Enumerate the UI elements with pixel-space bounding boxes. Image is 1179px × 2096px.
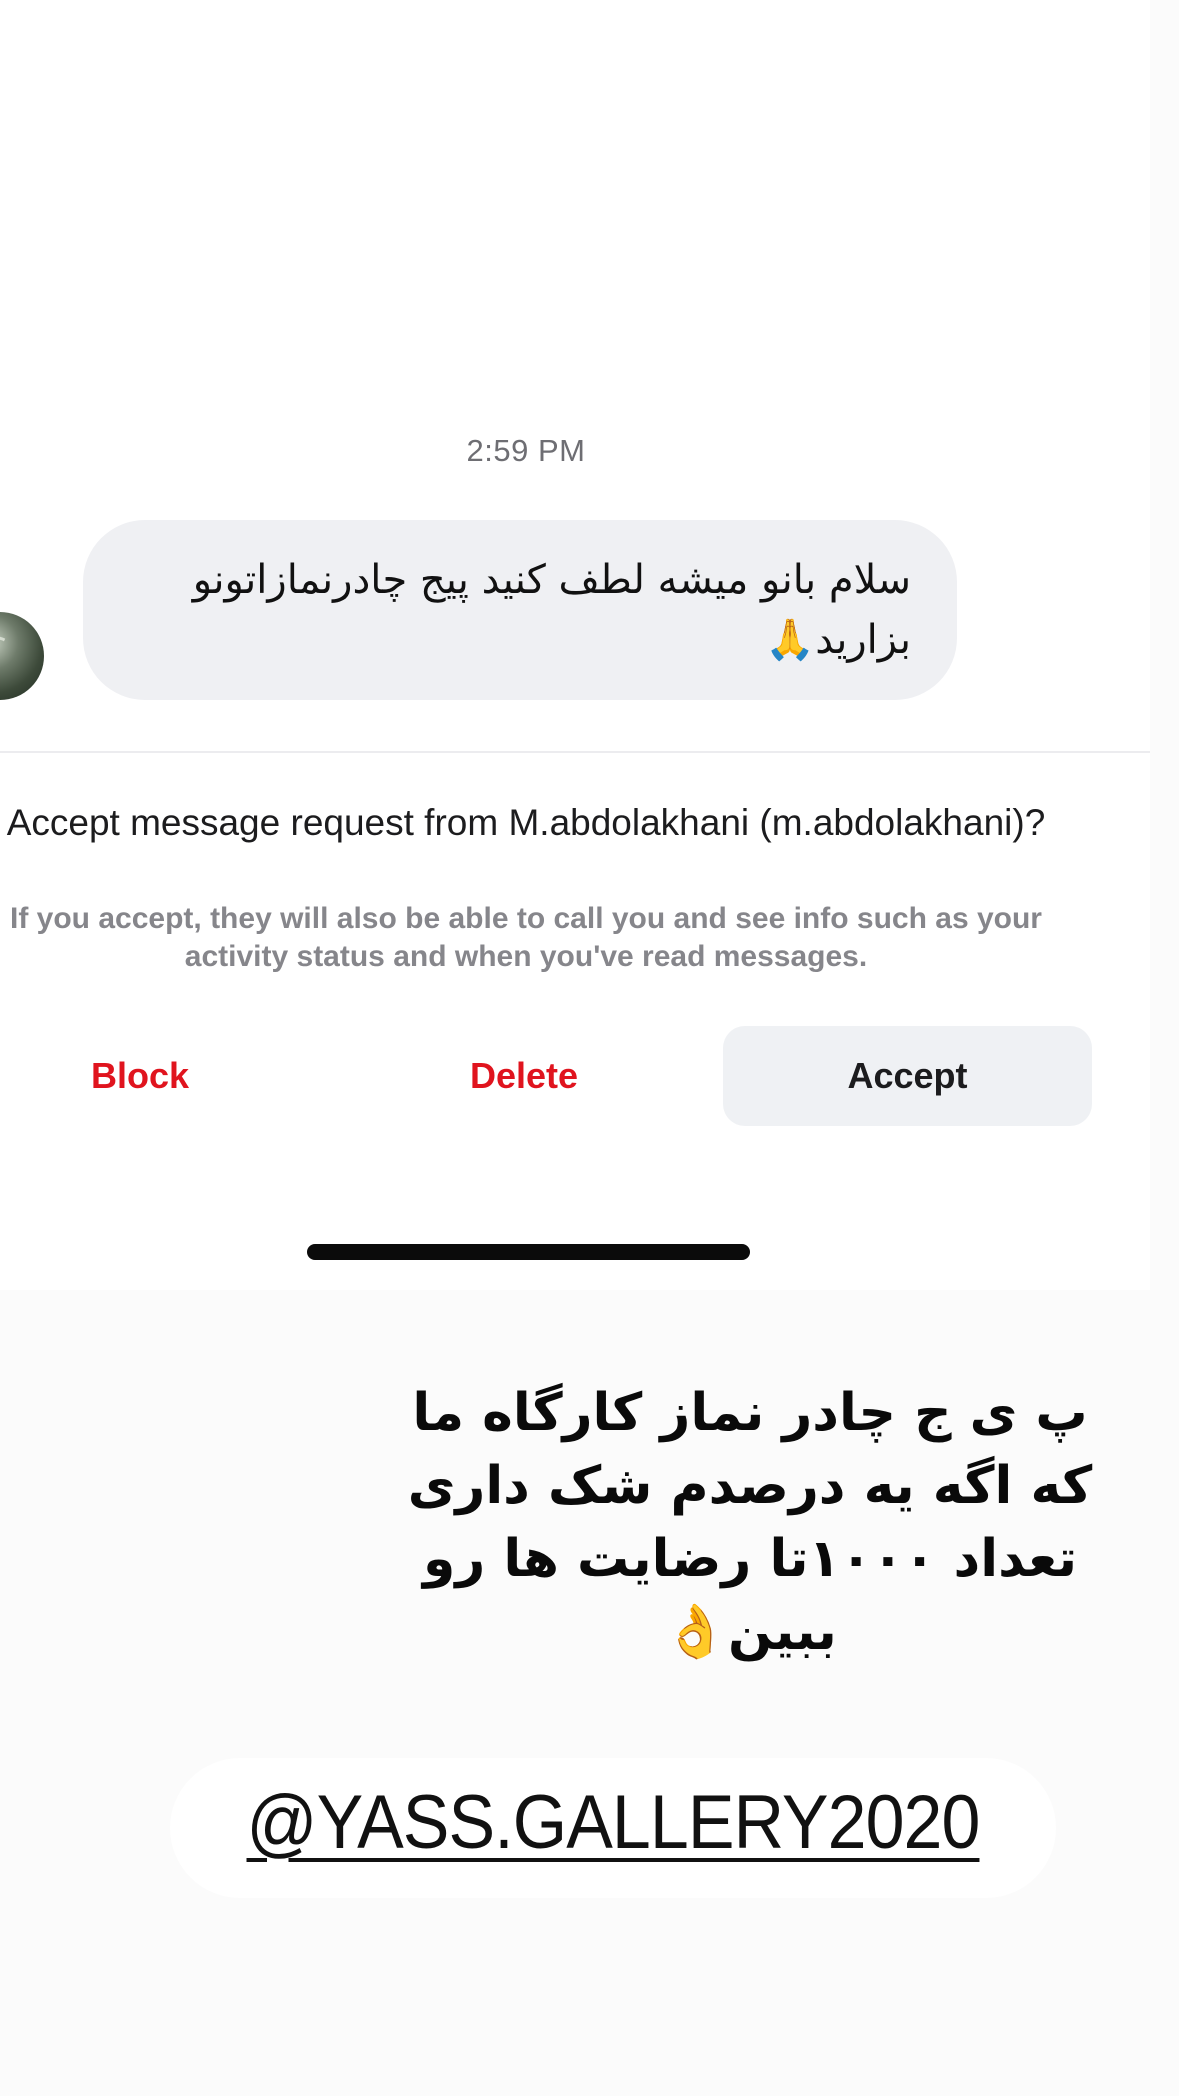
request-info: If you accept, they will also be able to… — [10, 902, 1042, 973]
delete-button[interactable]: Delete — [404, 1026, 644, 1126]
message-text: سلام بانو میشه لطف کنید پیج چادرنمازاتون… — [192, 557, 911, 663]
accept-button[interactable]: Accept — [723, 1026, 1092, 1126]
message-bubble[interactable]: سلام بانو میشه لطف کنید پیج چادرنمازاتون… — [83, 520, 957, 700]
block-button[interactable]: Block — [20, 1026, 260, 1126]
request-title: Accept message request from M.abdolakhan… — [6, 802, 1046, 843]
message-request-screenshot: 2:59 PM سلام بانو میشه لطف کنید پیج چادر… — [0, 0, 1150, 1290]
sender-avatar[interactable] — [0, 612, 44, 700]
divider — [0, 751, 1150, 753]
message-timestamp: 2:59 PM — [466, 433, 586, 468]
story-caption: پ ی ج چادر نماز کارگاه ما که اگه یه درصد… — [407, 1383, 1093, 1662]
mention-sticker[interactable]: @YASS.GALLERY2020 — [205, 1768, 1020, 1878]
home-indicator — [307, 1244, 750, 1260]
